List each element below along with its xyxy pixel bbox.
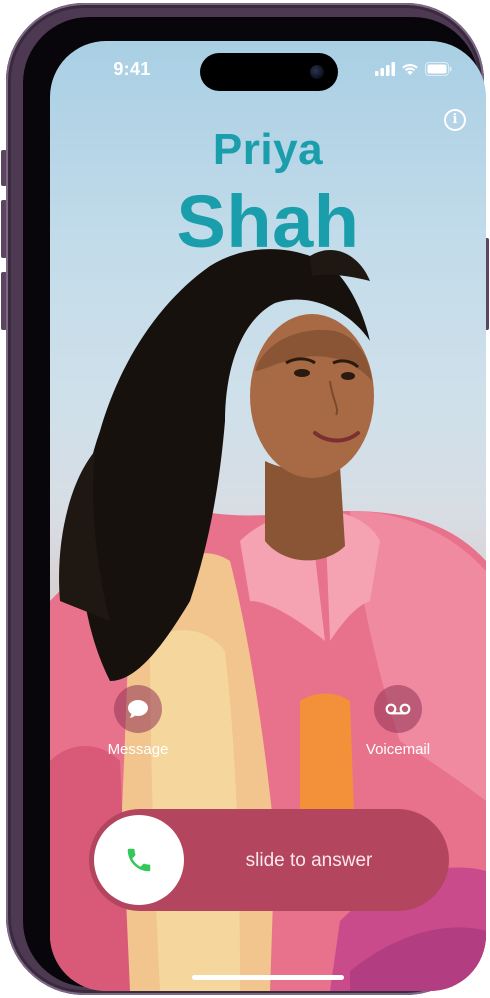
status-icons (375, 61, 452, 77)
slide-to-answer-label: slide to answer (245, 850, 373, 871)
status-time: 9:41 (113, 59, 151, 79)
message-bubble-icon (128, 700, 148, 718)
phone-frame: 9:41 i Priya Shah Message Voicemail slid… (6, 3, 486, 995)
wifi-icon (402, 64, 418, 75)
voicemail-label: Voicemail (365, 741, 431, 758)
incoming-call-screen: 9:41 i Priya Shah Message Voicemail slid… (50, 41, 486, 991)
front-camera (310, 65, 324, 79)
dynamic-island (200, 53, 338, 91)
cellular-signal-icon (375, 62, 395, 76)
slide-to-answer-track[interactable]: slide to answer (89, 809, 449, 911)
message-action[interactable]: Message (93, 685, 183, 758)
voicemail-icon (385, 703, 411, 715)
caller-last-name: Shah (176, 180, 360, 263)
answer-call-knob[interactable] (94, 815, 184, 905)
caller-first-name: Priya (212, 125, 324, 174)
home-indicator[interactable] (192, 975, 344, 980)
voicemail-button[interactable] (374, 685, 422, 733)
phone-bezel: 9:41 i Priya Shah Message Voicemail slid… (23, 17, 486, 991)
phone-icon (127, 848, 151, 872)
voicemail-action[interactable]: Voicemail (353, 685, 443, 758)
battery-icon (425, 62, 452, 76)
message-label: Message (107, 741, 169, 758)
message-button[interactable] (114, 685, 162, 733)
